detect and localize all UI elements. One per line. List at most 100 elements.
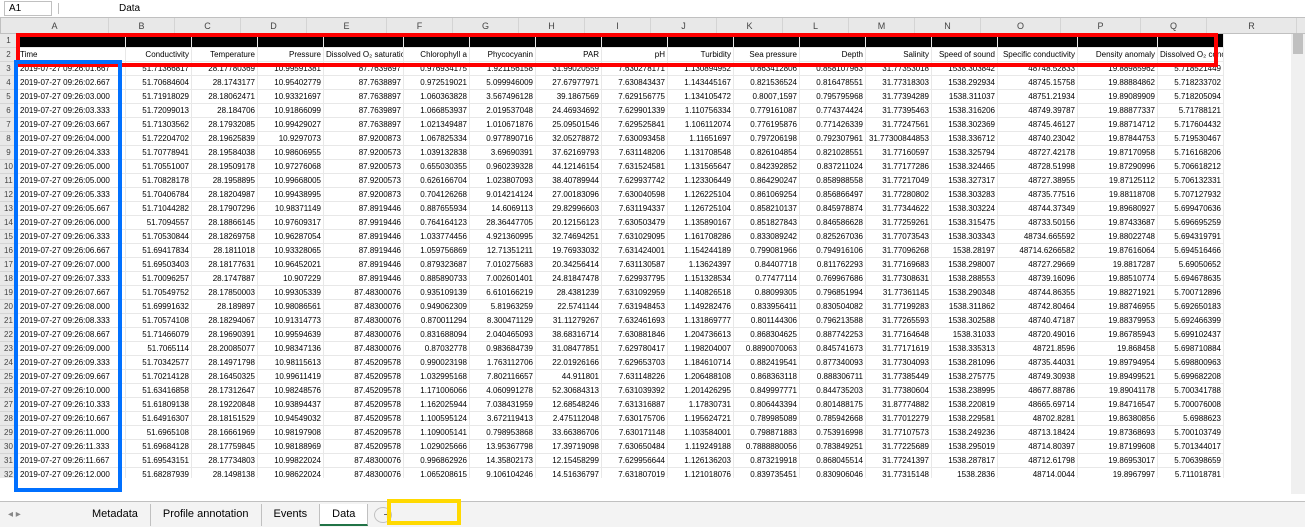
cell[interactable]: 0.801144306	[734, 314, 800, 328]
cell[interactable]: 27.00183096	[536, 188, 602, 202]
cell[interactable]: 1538.288553	[932, 272, 998, 286]
col-head-Q[interactable]: Q	[1141, 18, 1207, 33]
cell[interactable]: 87.48300076	[324, 342, 404, 356]
cell[interactable]: 0.882419541	[734, 356, 800, 370]
cell[interactable]: 1538.275775	[932, 370, 998, 384]
cell[interactable]: 5.718521449	[1158, 62, 1224, 76]
cell[interactable]: 1.195624721	[668, 412, 734, 426]
row-num[interactable]: 7	[0, 118, 18, 132]
cell[interactable]: 1.039132838	[404, 146, 470, 160]
col-head-A[interactable]: A	[1, 18, 109, 33]
cell[interactable]	[536, 34, 602, 48]
cell[interactable]: 5.716168206	[1158, 146, 1224, 160]
cell[interactable]: 0.868363118	[734, 370, 800, 384]
cell[interactable]: 31.77073543	[866, 230, 932, 244]
cell[interactable]: 31.77395463	[866, 104, 932, 118]
cell[interactable]: 2019-07-27 09:26:10.333	[18, 398, 126, 412]
cell[interactable]: 51.6965108	[126, 426, 192, 440]
cell[interactable]: 10.99305339	[258, 286, 324, 300]
col-head-D[interactable]: D	[241, 18, 307, 33]
cell[interactable]: 87.9200873	[324, 188, 404, 202]
cell[interactable]: 28.17932085	[192, 118, 258, 132]
cell[interactable]: 38.68316714	[536, 328, 602, 342]
cell[interactable]: 2019-07-27 09:26:03.333	[18, 104, 126, 118]
cell[interactable]	[668, 34, 734, 48]
cell[interactable]: 10.99594639	[258, 328, 324, 342]
cell[interactable]: 10.91314773	[258, 314, 324, 328]
cell[interactable]: 0.888306711	[800, 370, 866, 384]
cell[interactable]: 7.629525841	[602, 118, 668, 132]
cell[interactable]: 51.70406784	[126, 188, 192, 202]
cell[interactable]: 19.868458	[1078, 342, 1158, 356]
cell[interactable]: 0.977890716	[470, 132, 536, 146]
cell[interactable]: 0.990023198	[404, 356, 470, 370]
cell[interactable]: 3.69690391	[470, 146, 536, 160]
cell[interactable]: 87.45209578	[324, 412, 404, 426]
cell[interactable]: 17.39719098	[536, 440, 602, 454]
cell[interactable]: 87.48300076	[324, 300, 404, 314]
cell[interactable]: 31.77217049	[866, 174, 932, 188]
cell[interactable]: 2.019537048	[470, 104, 536, 118]
cell[interactable]: 31.77308631	[866, 272, 932, 286]
cell[interactable]: PAR	[536, 48, 602, 62]
cell[interactable]: Dissolved O₂ saturation	[324, 48, 404, 62]
cell[interactable]: 37.62169793	[536, 146, 602, 160]
row-num[interactable]: 14	[0, 216, 18, 230]
cell[interactable]: 0.830504082	[800, 300, 866, 314]
cell[interactable]: 19.8817287	[1078, 258, 1158, 272]
cell[interactable]	[932, 34, 998, 48]
cell[interactable]: 0.87032778	[404, 342, 470, 356]
cell[interactable]: 28.17907296	[192, 202, 258, 216]
cell[interactable]: 9.106104246	[470, 468, 536, 478]
cell[interactable]: 28.16661969	[192, 426, 258, 440]
cell[interactable]: 19.87616064	[1078, 244, 1158, 258]
cell[interactable]: 1.126225104	[668, 188, 734, 202]
row-num[interactable]: 10	[0, 160, 18, 174]
cell[interactable]: 1.149282476	[668, 300, 734, 314]
cell[interactable]: 10.98086561	[258, 300, 324, 314]
cell[interactable]: 2019-07-27 09:26:09.333	[18, 356, 126, 370]
cell[interactable]: 0.88099305	[734, 286, 800, 300]
cell[interactable]: 51.69503403	[126, 258, 192, 272]
cell[interactable]: 2019-07-27 09:26:09.667	[18, 370, 126, 384]
cell[interactable]: 28.18062471	[192, 90, 258, 104]
cell[interactable]: 87.7638897	[324, 118, 404, 132]
cell[interactable]: 0.845741673	[800, 342, 866, 356]
cell[interactable]: 1.119249188	[668, 440, 734, 454]
cell[interactable]: 12.68548246	[536, 398, 602, 412]
cell[interactable]: 87.9919446	[324, 216, 404, 230]
row-num[interactable]: 8	[0, 132, 18, 146]
cell[interactable]: 2019-07-27 09:26:05.000	[18, 160, 126, 174]
cell[interactable]: 19.87433687	[1078, 216, 1158, 230]
tab-data[interactable]: Data	[320, 504, 368, 526]
cell[interactable]: 10.94549032	[258, 412, 324, 426]
cell[interactable]	[258, 34, 324, 48]
cell[interactable]: 51.68287939	[126, 468, 192, 478]
cell[interactable]: 5.694516466	[1158, 244, 1224, 258]
cell[interactable]: 51.61809138	[126, 398, 192, 412]
cell[interactable]: 1538.292934	[932, 76, 998, 90]
cell[interactable]: 87.8919446	[324, 244, 404, 258]
col-head-M[interactable]: M	[849, 18, 915, 33]
cell[interactable]: 2019-07-27 09:26:04.000	[18, 132, 126, 146]
cell[interactable]: 28.18294067	[192, 314, 258, 328]
cell[interactable]: 87.45209578	[324, 370, 404, 384]
cell[interactable]: 0.826104854	[734, 146, 800, 160]
cell[interactable]: 7.802116657	[470, 370, 536, 384]
cell[interactable]: 31.87774882	[866, 398, 932, 412]
cell[interactable]: 10.93328065	[258, 244, 324, 258]
cell[interactable]: 48739.16096	[998, 272, 1078, 286]
cell[interactable]: 51.70684604	[126, 76, 192, 90]
cell[interactable]: 31.77012279	[866, 412, 932, 426]
cell[interactable]: 5.718233702	[1158, 76, 1224, 90]
cell[interactable]: 48727.42178	[998, 146, 1078, 160]
cell[interactable]: 0.996862926	[404, 454, 470, 468]
cell[interactable]: 10.91866099	[258, 104, 324, 118]
cell[interactable]: 10.98248576	[258, 384, 324, 398]
cell[interactable]: 51.70828178	[126, 174, 192, 188]
col-head-G[interactable]: G	[453, 18, 519, 33]
col-head-E[interactable]: E	[307, 18, 387, 33]
cell[interactable]: 2019-07-27 09:26:06.333	[18, 230, 126, 244]
cell[interactable]: 51.64916307	[126, 412, 192, 426]
cell[interactable]: 31.77280802	[866, 188, 932, 202]
